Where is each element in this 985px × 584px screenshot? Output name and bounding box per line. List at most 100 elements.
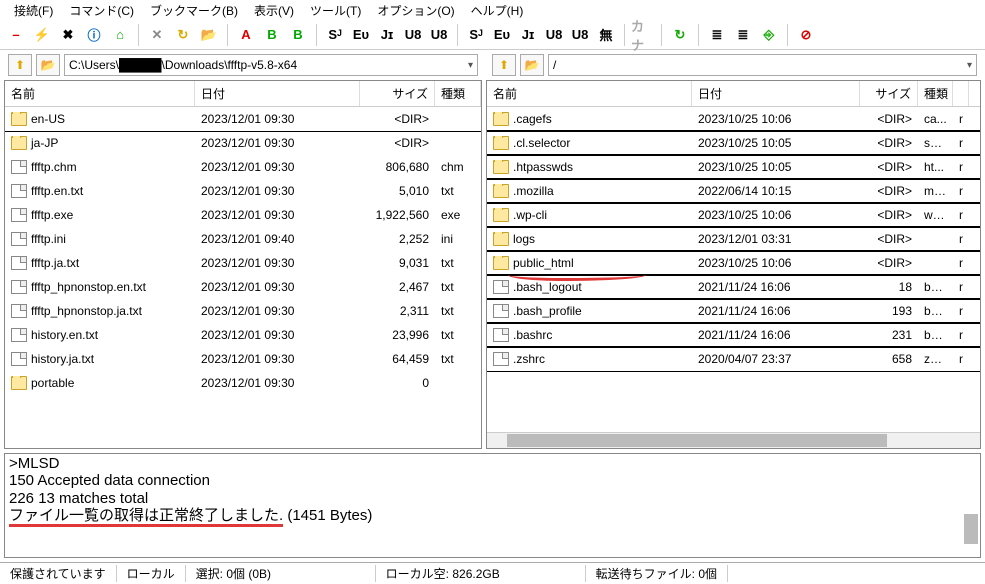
col-type[interactable]: 種類 bbox=[435, 81, 481, 106]
log-line: >MLSD bbox=[9, 455, 976, 472]
toolbar-btn-4[interactable]: ⌂ bbox=[108, 23, 132, 47]
list-item[interactable]: .htpasswds2023/10/25 10:05<DIR>ht...r bbox=[487, 155, 980, 179]
col-type[interactable]: 種類 bbox=[918, 81, 953, 106]
file-name: .cl.selector bbox=[513, 136, 570, 150]
log-scrollbar-thumb[interactable] bbox=[964, 514, 978, 544]
toolbar-btn-17[interactable]: U8 bbox=[401, 23, 425, 47]
toolbar-btn-20[interactable]: Sᴶ bbox=[464, 23, 488, 47]
list-item[interactable]: history.en.txt2023/12/01 09:3023,996txt bbox=[5, 323, 481, 347]
toolbar-btn-21[interactable]: Eᴜ bbox=[490, 23, 514, 47]
list-item[interactable]: ffftp.exe2023/12/01 09:301,922,560exe bbox=[5, 203, 481, 227]
toolbar-btn-24[interactable]: U8 bbox=[568, 23, 592, 47]
file-name: ffftp.ini bbox=[31, 232, 66, 246]
local-open-button[interactable]: 📂 bbox=[36, 54, 60, 76]
menu-tools[interactable]: ツール(T) bbox=[302, 2, 369, 19]
list-item[interactable]: en-US2023/12/01 09:30<DIR> bbox=[5, 107, 481, 131]
col-size[interactable]: サイズ bbox=[860, 81, 918, 106]
file-name: ffftp.ja.txt bbox=[31, 256, 79, 270]
list-item[interactable]: ja-JP2023/12/01 09:30<DIR> bbox=[5, 131, 481, 155]
toolbar-btn-22[interactable]: Jɪ bbox=[516, 23, 540, 47]
toolbar-btn-16[interactable]: Jɪ bbox=[375, 23, 399, 47]
menu-view[interactable]: 表示(V) bbox=[246, 2, 302, 19]
toolbar-btn-3[interactable]: ⓘ bbox=[82, 23, 106, 47]
chevron-down-icon[interactable]: ▾ bbox=[967, 60, 972, 71]
menu-help[interactable]: ヘルプ(H) bbox=[463, 2, 532, 19]
cell-c-size: 231 bbox=[860, 328, 918, 342]
toolbar-btn-1[interactable]: ⚡ bbox=[30, 23, 54, 47]
toolbar-btn-32[interactable]: ≣ bbox=[731, 23, 755, 47]
list-item[interactable]: ffftp_hpnonstop.ja.txt2023/12/01 09:302,… bbox=[5, 299, 481, 323]
toolbar-btn-0[interactable]: – bbox=[4, 23, 28, 47]
col-name[interactable]: 名前 bbox=[5, 81, 195, 106]
toolbar-btn-29[interactable]: ↻ bbox=[668, 23, 692, 47]
cell-c-type: txt bbox=[435, 328, 481, 342]
toolbar-btn-31[interactable]: ≣ bbox=[705, 23, 729, 47]
file-icon bbox=[493, 280, 509, 294]
toolbar-btn-23[interactable]: U8 bbox=[542, 23, 566, 47]
toolbar-btn-8[interactable]: 📂 bbox=[197, 23, 221, 47]
list-item[interactable]: .bash_profile2021/11/24 16:06193ba...r bbox=[487, 299, 980, 323]
list-item[interactable]: history.ja.txt2023/12/01 09:3064,459txt bbox=[5, 347, 481, 371]
list-item[interactable]: .bashrc2021/11/24 16:06231ba...r bbox=[487, 323, 980, 347]
toolbar-btn-14[interactable]: Sᴶ bbox=[323, 23, 347, 47]
remote-path-input[interactable]: / ▾ bbox=[548, 54, 977, 76]
toolbar-btn-2[interactable]: ✖ bbox=[56, 23, 80, 47]
log-pane[interactable]: >MLSD 150 Accepted data connection 226 1… bbox=[4, 453, 981, 558]
list-item[interactable]: ffftp_hpnonstop.en.txt2023/12/01 09:302,… bbox=[5, 275, 481, 299]
list-item[interactable]: ffftp.ini2023/12/01 09:402,252ini bbox=[5, 227, 481, 251]
local-file-list[interactable]: en-US2023/12/01 09:30<DIR>ja-JP2023/12/0… bbox=[5, 107, 481, 448]
toolbar-btn-6[interactable]: ✕ bbox=[145, 23, 169, 47]
toolbar-btn-10[interactable]: A bbox=[234, 23, 258, 47]
cell-attr: r bbox=[953, 352, 969, 366]
remote-open-button[interactable]: 📂 bbox=[520, 54, 544, 76]
menu-connection[interactable]: 接続(F) bbox=[6, 2, 61, 19]
col-attr[interactable] bbox=[953, 81, 969, 106]
list-item[interactable]: ffftp.en.txt2023/12/01 09:305,010txt bbox=[5, 179, 481, 203]
toolbar-btn-25[interactable]: 無 bbox=[594, 23, 618, 47]
cell-c-date: 2023/12/01 09:30 bbox=[195, 376, 360, 390]
folder-icon bbox=[493, 208, 509, 222]
toolbar-btn-33[interactable]: ⎆ bbox=[757, 23, 781, 47]
col-date[interactable]: 日付 bbox=[195, 81, 360, 106]
toolbar-btn-7[interactable]: ↻ bbox=[171, 23, 195, 47]
remote-file-list[interactable]: .cagefs2023/10/25 10:06<DIR>ca...r.cl.se… bbox=[487, 107, 980, 432]
local-up-button[interactable]: ⬆ bbox=[8, 54, 32, 76]
menu-bookmark[interactable]: ブックマーク(B) bbox=[142, 2, 246, 19]
remote-up-button[interactable]: ⬆ bbox=[492, 54, 516, 76]
remote-scrollbar[interactable] bbox=[487, 432, 980, 448]
col-date[interactable]: 日付 bbox=[692, 81, 860, 106]
list-item[interactable]: .zshrc2020/04/07 23:37658zsh...r bbox=[487, 347, 980, 371]
toolbar-separator bbox=[457, 24, 458, 46]
cell-attr: r bbox=[953, 256, 969, 270]
file-name: ffftp.chm bbox=[31, 160, 77, 174]
up-icon: ⬆ bbox=[15, 58, 25, 72]
folder-icon bbox=[493, 160, 509, 174]
list-item[interactable]: .mozilla2022/06/14 10:15<DIR>mo...r bbox=[487, 179, 980, 203]
list-item[interactable]: .cagefs2023/10/25 10:06<DIR>ca...r bbox=[487, 107, 980, 131]
toolbar-btn-15[interactable]: Eᴜ bbox=[349, 23, 373, 47]
list-item[interactable]: .bash_logout2021/11/24 16:0618ba...r bbox=[487, 275, 980, 299]
list-item[interactable]: ffftp.ja.txt2023/12/01 09:309,031txt bbox=[5, 251, 481, 275]
col-name[interactable]: 名前 bbox=[487, 81, 692, 106]
toolbar-btn-12[interactable]: B bbox=[286, 23, 310, 47]
cell-c-size: 64,459 bbox=[360, 352, 435, 366]
list-item[interactable]: .cl.selector2023/10/25 10:05<DIR>sel...r bbox=[487, 131, 980, 155]
toolbar-btn-11[interactable]: B bbox=[260, 23, 284, 47]
list-item[interactable]: logs2023/12/01 03:31<DIR>r bbox=[487, 227, 980, 251]
list-item[interactable]: portable2023/12/01 09:300 bbox=[5, 371, 481, 395]
file-name: ja-JP bbox=[31, 136, 58, 150]
toolbar-btn-27[interactable]: カナ bbox=[631, 23, 655, 47]
local-path-input[interactable]: C:\Users\█████\Downloads\ffftp-v5.8-x64 … bbox=[64, 54, 478, 76]
list-item[interactable]: public_html2023/10/25 10:06<DIR>r bbox=[487, 251, 980, 275]
cell-c-size: <DIR> bbox=[860, 208, 918, 222]
chevron-down-icon[interactable]: ▾ bbox=[468, 60, 473, 71]
toolbar-btn-35[interactable]: ⊘ bbox=[794, 23, 818, 47]
col-size[interactable]: サイズ bbox=[360, 81, 435, 106]
scrollbar-thumb[interactable] bbox=[507, 434, 887, 447]
menu-command[interactable]: コマンド(C) bbox=[61, 2, 142, 19]
list-item[interactable]: ffftp.chm2023/12/01 09:30806,680chm bbox=[5, 155, 481, 179]
menu-options[interactable]: オプション(O) bbox=[369, 2, 462, 19]
toolbar-btn-18[interactable]: U8 bbox=[427, 23, 451, 47]
path-row: ⬆ 📂 C:\Users\█████\Downloads\ffftp-v5.8-… bbox=[0, 50, 985, 80]
list-item[interactable]: .wp-cli2023/10/25 10:06<DIR>wp...r bbox=[487, 203, 980, 227]
